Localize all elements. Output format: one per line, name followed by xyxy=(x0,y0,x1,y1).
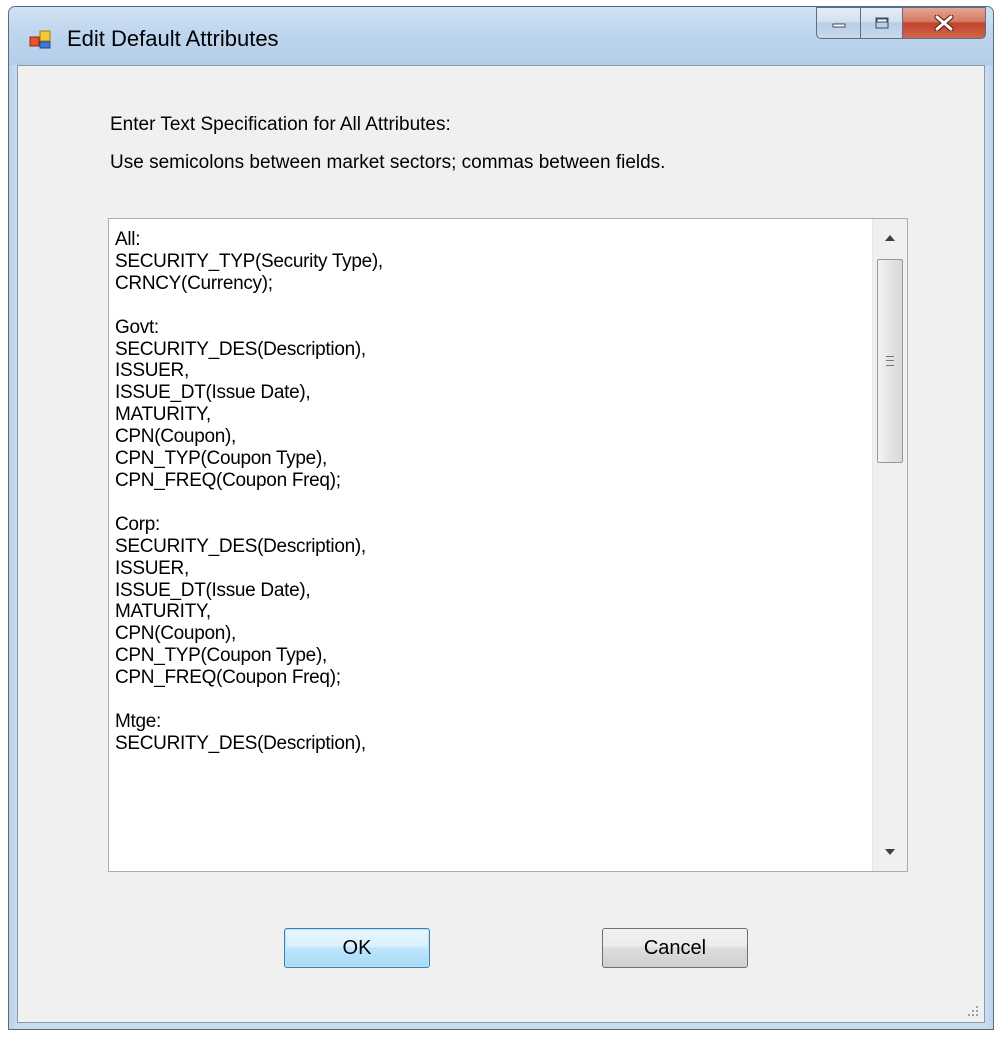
close-icon xyxy=(934,15,954,31)
ok-button[interactable]: OK xyxy=(284,928,430,968)
window-title: Edit Default Attributes xyxy=(67,26,279,51)
maximize-button[interactable] xyxy=(860,7,902,39)
app-icon xyxy=(29,30,51,49)
cancel-button[interactable]: Cancel xyxy=(602,928,748,968)
dialog-client-area: Enter Text Specification for All Attribu… xyxy=(17,65,985,1023)
attribute-spec-textarea[interactable]: All: SECURITY_TYP(Security Type), CRNCY(… xyxy=(108,218,908,872)
scroll-up-arrow[interactable] xyxy=(873,221,907,255)
vertical-scrollbar[interactable] xyxy=(872,219,907,871)
scroll-up-icon xyxy=(885,235,895,241)
close-button[interactable] xyxy=(902,7,986,39)
title-bar[interactable]: Edit Default Attributes xyxy=(9,7,993,65)
instruction-label-1: Enter Text Specification for All Attribu… xyxy=(110,114,451,135)
caption-buttons xyxy=(816,7,986,41)
minimize-icon xyxy=(832,23,845,28)
attribute-spec-text[interactable]: All: SECURITY_TYP(Security Type), CRNCY(… xyxy=(115,229,869,755)
scroll-down-arrow[interactable] xyxy=(873,835,907,869)
instruction-label-2: Use semicolons between market sectors; c… xyxy=(110,152,666,173)
dialog-window: Edit Default Attributes Enter Text Speci… xyxy=(8,6,994,1030)
grip-icon xyxy=(886,356,894,366)
minimize-button[interactable] xyxy=(816,7,860,39)
scroll-down-icon xyxy=(885,849,895,855)
resize-grip-icon[interactable] xyxy=(966,1004,980,1018)
scroll-thumb[interactable] xyxy=(877,259,903,463)
maximize-icon xyxy=(875,17,888,29)
